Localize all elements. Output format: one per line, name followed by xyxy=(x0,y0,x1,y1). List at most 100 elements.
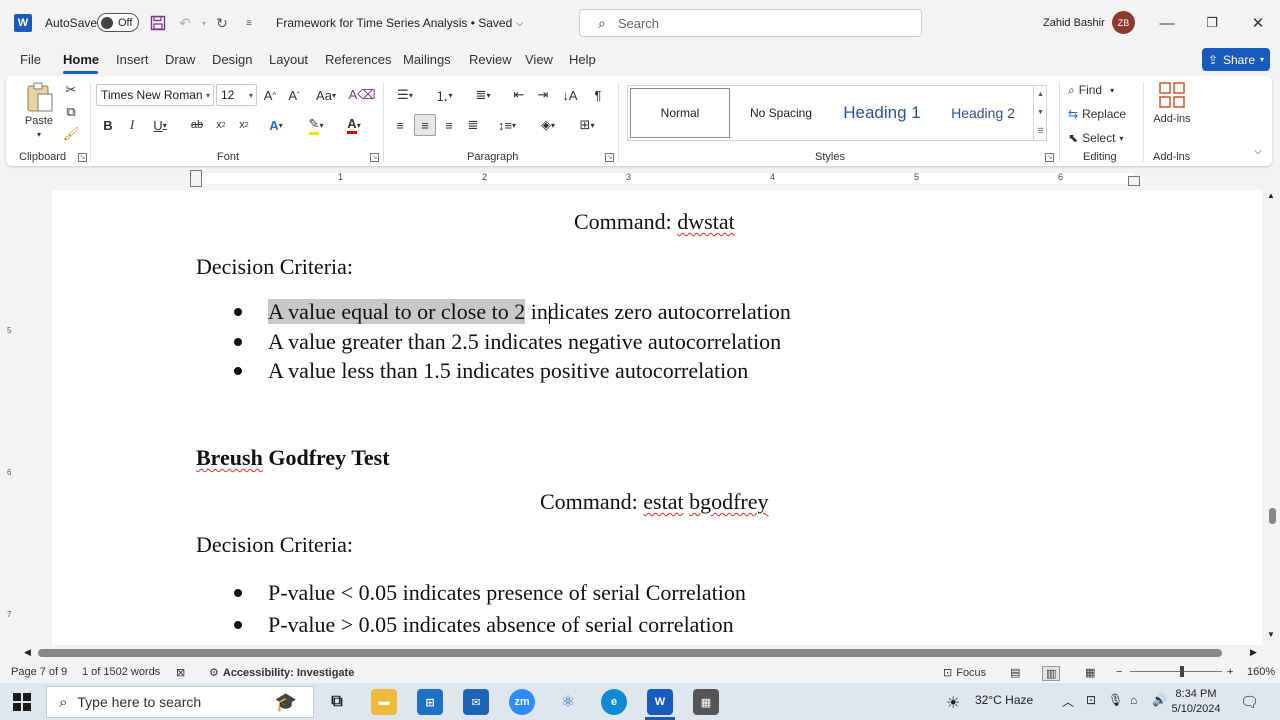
chevron-down-icon[interactable]: ▼ xyxy=(1267,630,1275,639)
zoom-slider[interactable] xyxy=(1130,666,1222,677)
tab-insert[interactable]: Insert xyxy=(116,52,149,67)
more-styles-icon[interactable]: ☰ xyxy=(1037,127,1043,135)
restore-icon[interactable]: ❐ xyxy=(1197,10,1227,36)
format-painter-icon[interactable]: 🖌 xyxy=(62,125,80,143)
customize-qat-icon[interactable]: ≡ xyxy=(239,13,259,33)
mail-icon[interactable]: ✉ xyxy=(463,689,489,715)
minimize-icon[interactable]: — xyxy=(1152,10,1182,36)
underline-icon[interactable]: U ▾ xyxy=(148,114,172,136)
font-color-icon[interactable]: A ▾ xyxy=(340,114,368,136)
undo-dropdown-icon[interactable]: ▾ xyxy=(194,13,214,33)
add-ins-label[interactable]: Add-ins xyxy=(1146,112,1198,126)
read-mode-icon[interactable]: ▤ xyxy=(1010,666,1020,679)
weather-icon[interactable]: ☀ xyxy=(946,693,960,713)
word-count[interactable]: 1 of 1502 words xyxy=(82,666,160,678)
clock[interactable]: 8:34 PM 5/10/2024 xyxy=(1168,686,1224,718)
italic-icon[interactable]: I xyxy=(124,114,140,136)
paste-label[interactable]: Paste xyxy=(18,114,60,128)
notifications-icon[interactable]: 🗨 xyxy=(1240,693,1259,711)
right-indent-marker[interactable] xyxy=(1128,176,1140,186)
tab-mailings[interactable]: Mailings xyxy=(403,52,451,67)
bullet-item-5[interactable]: P-value > 0.05 indicates absence of seri… xyxy=(268,612,734,638)
windows-start-icon[interactable] xyxy=(12,692,32,712)
redo-icon[interactable]: ↻ xyxy=(212,13,232,33)
chevron-right-icon[interactable]: ▶ xyxy=(1250,647,1257,658)
proofing-icon[interactable]: ⊠ xyxy=(176,666,185,679)
chevron-up-icon[interactable]: ▲ xyxy=(1267,191,1275,200)
chevron-down-icon[interactable]: ▼ xyxy=(1037,109,1044,116)
align-center-icon[interactable]: ≡ xyxy=(414,114,436,136)
bullet-item-4[interactable]: P-value < 0.05 indicates presence of ser… xyxy=(268,580,746,606)
zoom-slider-thumb[interactable] xyxy=(1180,666,1184,677)
styles-launcher-icon[interactable]: ↘ xyxy=(1045,153,1054,162)
change-case-icon[interactable]: Aa ▾ xyxy=(311,84,341,106)
print-layout-icon[interactable]: ▥ xyxy=(1042,666,1061,681)
justify-icon[interactable]: ≣ xyxy=(464,114,482,136)
autosave-toggle[interactable]: Off xyxy=(97,13,139,32)
clear-formatting-icon[interactable]: A⌫ xyxy=(348,84,375,106)
font-size-combo[interactable]: 12 ▾ xyxy=(216,84,257,106)
copy-icon[interactable]: ⧉ xyxy=(62,103,80,121)
paste-dropdown-icon[interactable]: ▾ xyxy=(32,128,46,140)
style-heading-2[interactable]: Heading 2 xyxy=(938,86,1028,140)
network-app-icon[interactable]: ⚛ xyxy=(555,689,581,715)
select-button[interactable]: ⬉ Select ▾ xyxy=(1068,128,1138,148)
user-name[interactable]: Zahid Bashir xyxy=(1043,14,1105,32)
align-right-icon[interactable]: ≡ xyxy=(440,114,458,136)
tab-view[interactable]: View xyxy=(525,52,553,67)
document-page[interactable]: Command: dwstat Decision Criteria: A val… xyxy=(52,190,1262,645)
clipboard-launcher-icon[interactable]: ↘ xyxy=(78,153,87,162)
volume-icon[interactable]: 🔊 xyxy=(1152,693,1167,707)
tab-help[interactable]: Help xyxy=(569,52,596,67)
line-spacing-icon[interactable]: ↕≡ ▾ xyxy=(492,114,522,136)
file-explorer-icon[interactable]: ▬ xyxy=(371,689,397,715)
bullet-item-3[interactable]: A value less than 1.5 indicates positive… xyxy=(268,358,748,384)
horizontal-scrollbar[interactable]: ◀ ▶ xyxy=(20,646,1264,660)
superscript-icon[interactable]: x2 xyxy=(235,114,253,136)
close-icon[interactable]: ✕ xyxy=(1243,10,1273,36)
share-button[interactable]: ⇪ Share ▾ xyxy=(1202,48,1270,71)
word-taskbar-icon[interactable]: W xyxy=(647,689,673,715)
vertical-scroll-thumb[interactable] xyxy=(1269,508,1276,524)
subscript-icon[interactable]: x2 xyxy=(212,114,230,136)
undo-icon[interactable]: ↶ xyxy=(175,13,195,33)
chevron-up-icon[interactable]: ▲ xyxy=(1037,91,1044,98)
search-box[interactable]: ⌕ Search xyxy=(579,9,922,37)
font-launcher-icon[interactable]: ↘ xyxy=(370,153,379,162)
page-count[interactable]: Page 7 of 9 xyxy=(11,666,67,678)
calculator-icon[interactable]: ▦ xyxy=(693,689,719,715)
style-normal[interactable]: Normal xyxy=(630,88,730,138)
command-1[interactable]: Command: dwstat xyxy=(574,209,735,235)
increase-indent-icon[interactable]: ⇥ xyxy=(534,84,552,106)
tab-draw[interactable]: Draw xyxy=(165,52,195,67)
tab-design[interactable]: Design xyxy=(212,52,252,67)
style-no-spacing[interactable]: No Spacing xyxy=(736,86,826,140)
microphone-icon[interactable]: 🎙 xyxy=(1108,693,1123,707)
vertical-scrollbar[interactable]: ▲ ▼ xyxy=(1264,190,1280,645)
collapse-ribbon-icon[interactable]: ⌵ xyxy=(1250,144,1266,158)
tab-home[interactable]: Home xyxy=(63,52,99,67)
left-indent-marker[interactable] xyxy=(190,170,202,187)
shading-icon[interactable]: ◈ ▾ xyxy=(533,114,563,136)
weather-text[interactable]: 32°C Haze xyxy=(975,693,1033,707)
bullet-item-2[interactable]: A value greater than 2.5 indicates negat… xyxy=(268,329,781,355)
bold-icon[interactable]: B xyxy=(100,114,116,136)
strikethrough-icon[interactable]: ab xyxy=(187,114,207,136)
text-effects-icon[interactable]: A ▾ xyxy=(262,114,290,136)
multilevel-list-icon[interactable]: ≣ ▾ xyxy=(469,84,497,106)
zoom-in-icon[interactable]: + xyxy=(1227,666,1233,678)
web-layout-icon[interactable]: ▦ xyxy=(1085,666,1095,679)
shrink-font-icon[interactable]: Aˇ xyxy=(284,84,304,106)
save-icon[interactable] xyxy=(148,13,168,33)
show-formatting-icon[interactable]: ¶ xyxy=(589,84,607,106)
decrease-indent-icon[interactable]: ⇤ xyxy=(510,84,528,106)
font-name-combo[interactable]: Times New Roman ▾ xyxy=(96,84,214,106)
tab-review[interactable]: Review xyxy=(469,52,512,67)
chevron-left-icon[interactable]: ◀ xyxy=(24,647,31,658)
grow-font-icon[interactable]: A ^ xyxy=(260,84,280,106)
accessibility-status[interactable]: ⚙ Accessibility: Investigate xyxy=(209,666,354,680)
store-icon[interactable]: ⊞ xyxy=(417,689,443,715)
zoom-app-icon[interactable]: zm xyxy=(509,689,535,715)
highlight-color-icon[interactable]: ✎ ▾ xyxy=(302,114,330,136)
decision-criteria-1[interactable]: Decision Criteria: xyxy=(196,254,353,280)
